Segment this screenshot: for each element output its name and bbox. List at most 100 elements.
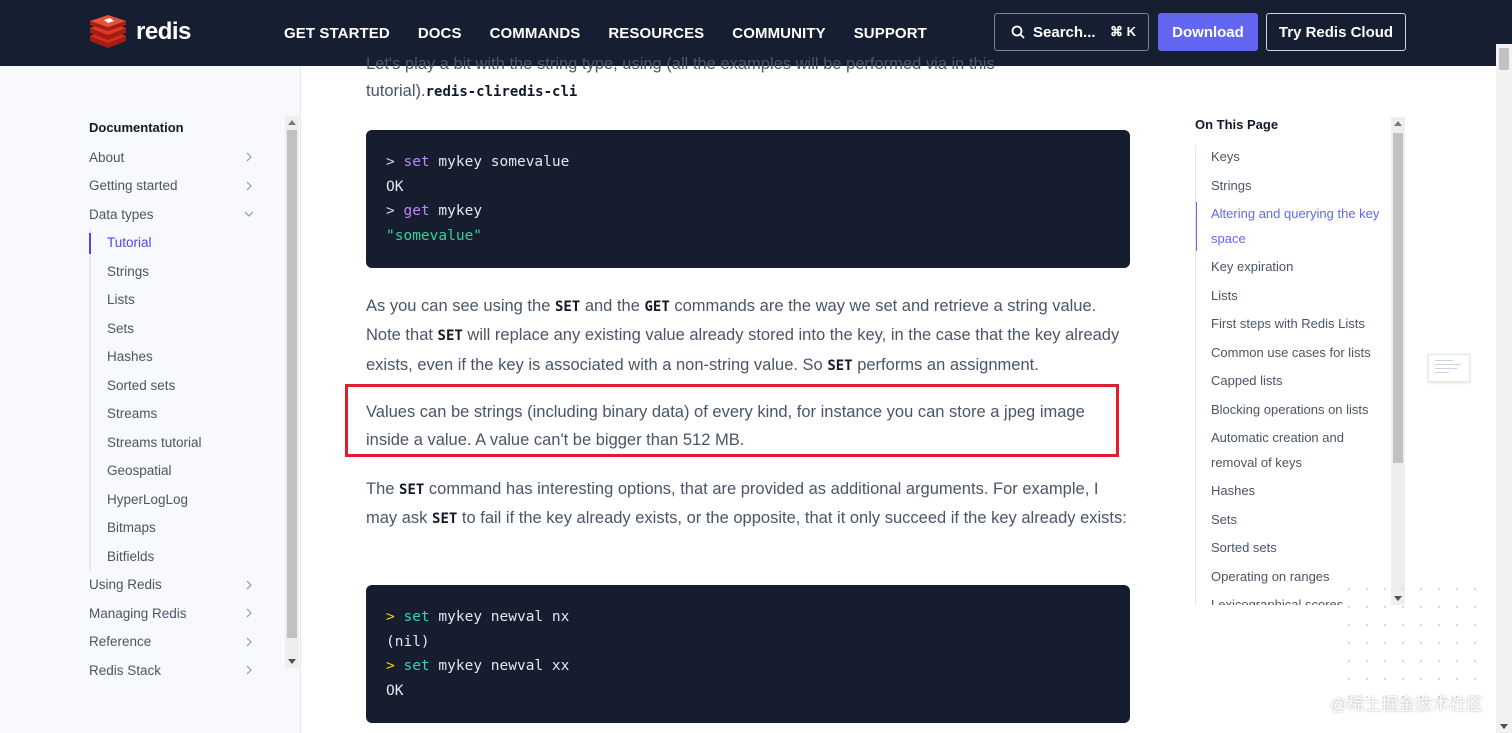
chevron-right-icon — [246, 181, 252, 190]
code-args: mykey newval nx — [438, 609, 570, 625]
toc-item-lists[interactable]: Lists — [1196, 284, 1390, 309]
code-prompt: > — [386, 658, 395, 674]
sidebar-item-label: Sorted sets — [107, 377, 176, 393]
toc-item-strings[interactable]: Strings — [1196, 174, 1390, 199]
scroll-down-arrow-icon[interactable] — [1500, 724, 1508, 729]
sidebar-item-label: Redis Stack — [89, 662, 162, 678]
sidebar-scrollbar[interactable] — [285, 116, 299, 668]
sidebar-item-managing-redis[interactable]: Managing Redis — [89, 599, 261, 628]
sidebar-item-tutorial[interactable]: Tutorial — [89, 229, 261, 258]
nav-resources[interactable]: RESOURCES — [608, 25, 704, 42]
code-line: "somevalue" — [386, 227, 483, 244]
inline-code: redis-cliredis-cli — [425, 84, 578, 100]
page-scrollbar[interactable] — [1496, 44, 1512, 733]
search-button[interactable]: Search... ⌘ K — [994, 13, 1149, 51]
code-line: > set mykey newval xx — [386, 654, 1110, 679]
sidebar-item-redis-stack[interactable]: Redis Stack — [89, 656, 261, 685]
sidebar-item-geospatial[interactable]: Geospatial — [107, 457, 261, 486]
sidebar-item-label: Strings — [107, 263, 150, 279]
chevron-right-icon — [246, 152, 252, 162]
nav-support[interactable]: SUPPORT — [854, 25, 927, 42]
code-args: mykey newval xx — [438, 658, 570, 674]
sidebar-item-using-redis[interactable]: Using Redis — [89, 571, 261, 600]
toc-item-altering-key-space[interactable]: Altering and querying the key space — [1196, 202, 1390, 251]
code-line: > set mykey newval nx — [386, 605, 1110, 630]
toc-item-blocking-operations[interactable]: Blocking operations on lists — [1196, 398, 1390, 423]
toc-item-hashes[interactable]: Hashes — [1196, 479, 1390, 504]
sidebar-item-sorted-sets[interactable]: Sorted sets — [107, 371, 261, 400]
sidebar-item-bitfields[interactable]: Bitfields — [107, 542, 261, 571]
sidebar-item-label: About — [89, 149, 125, 165]
scrollbar-thumb[interactable] — [287, 130, 297, 638]
try-redis-cloud-button[interactable]: Try Redis Cloud — [1266, 13, 1406, 51]
search-icon — [1011, 25, 1025, 39]
code-command: get — [403, 203, 430, 219]
sidebar-item-label: Lists — [107, 292, 135, 308]
code-block-2: > set mykey newval nx (nil) > set mykey … — [366, 585, 1130, 723]
chevron-right-icon — [246, 608, 252, 618]
inline-code: GET — [644, 299, 670, 315]
scroll-up-arrow-icon[interactable] — [1394, 121, 1402, 126]
toc-title: On This Page — [1195, 117, 1279, 132]
inline-code: SET — [399, 482, 425, 498]
chevron-down-icon — [244, 211, 254, 217]
code-line: OK — [386, 682, 404, 699]
toc-item-automatic-creation[interactable]: Automatic creation and removal of keys — [1196, 426, 1390, 475]
text: The — [366, 480, 400, 498]
toc-item-sorted-sets[interactable]: Sorted sets — [1196, 536, 1390, 561]
minimap-line — [1435, 368, 1457, 369]
watermark: @稀土掘金技术社区 — [1330, 695, 1484, 714]
code-args: mykey somevalue — [438, 154, 570, 170]
code-line: > set mykey somevalue — [386, 150, 1110, 175]
table-of-contents: Keys Strings Altering and querying the k… — [1195, 145, 1390, 605]
toc-scrollbar[interactable] — [1391, 117, 1405, 605]
sidebar-item-label: Getting started — [89, 178, 178, 194]
scroll-up-arrow-icon[interactable] — [288, 120, 296, 125]
scrollbar-thumb[interactable] — [1499, 48, 1509, 70]
download-button[interactable]: Download — [1158, 13, 1258, 51]
sidebar-item-streams-tutorial[interactable]: Streams tutorial — [107, 428, 261, 457]
scroll-down-arrow-icon[interactable] — [288, 659, 296, 664]
nav-commands[interactable]: COMMANDS — [490, 25, 581, 42]
sidebar-item-sets[interactable]: Sets — [107, 314, 261, 343]
redis-logo[interactable]: redis — [88, 14, 191, 50]
toc-item-sets[interactable]: Sets — [1196, 508, 1390, 533]
chevron-right-icon — [246, 665, 252, 675]
sidebar-item-getting-started[interactable]: Getting started — [89, 172, 261, 201]
sidebar-item-streams[interactable]: Streams — [107, 400, 261, 429]
nav-docs[interactable]: DOCS — [418, 25, 462, 42]
minimap-line — [1435, 372, 1449, 373]
scrollbar-thumb[interactable] — [1393, 133, 1403, 463]
code-command: set — [403, 154, 430, 170]
sidebar-item-hyperloglog[interactable]: HyperLogLog — [107, 485, 261, 514]
toc-item-capped-lists[interactable]: Capped lists — [1196, 369, 1390, 394]
chevron-right-icon — [246, 637, 252, 646]
inline-code: SET — [554, 299, 581, 315]
nav-community[interactable]: COMMUNITY — [732, 25, 825, 42]
sidebar-item-reference[interactable]: Reference — [89, 628, 261, 657]
page-minimap[interactable] — [1428, 354, 1470, 382]
intro-text: tutorial). — [366, 82, 426, 100]
sidebar-item-bitmaps[interactable]: Bitmaps — [107, 514, 261, 543]
toc-item-first-steps-lists[interactable]: First steps with Redis Lists — [1196, 312, 1390, 337]
intro-partial-line: Let's play a bit with the string type, u… — [366, 55, 995, 73]
nav-get-started[interactable]: GET STARTED — [284, 25, 390, 42]
sidebar-item-lists[interactable]: Lists — [107, 286, 261, 315]
code-command: set — [403, 609, 430, 625]
sidebar-item-label: Hashes — [107, 349, 153, 365]
code-prompt: > — [386, 154, 395, 170]
sidebar-item-strings[interactable]: Strings — [107, 257, 261, 286]
sidebar-item-label: Sets — [107, 320, 135, 336]
sidebar-item-hashes[interactable]: Hashes — [107, 343, 261, 372]
text: performs an assignment. — [852, 355, 1039, 374]
toc-item-key-expiration[interactable]: Key expiration — [1196, 255, 1390, 280]
toc-item-common-use-cases[interactable]: Common use cases for lists — [1196, 341, 1390, 366]
code-args: mykey — [438, 203, 483, 219]
search-shortcut: ⌘ K — [1110, 24, 1136, 39]
toc-item-keys[interactable]: Keys — [1196, 145, 1390, 170]
sidebar-item-label: HyperLogLog — [107, 491, 189, 507]
code-line: OK — [386, 178, 404, 195]
sidebar-item-about[interactable]: About — [89, 143, 261, 172]
sidebar-item-data-types[interactable]: Data types — [89, 200, 261, 229]
paragraph-set-options: The SET command has interesting options,… — [366, 475, 1130, 534]
